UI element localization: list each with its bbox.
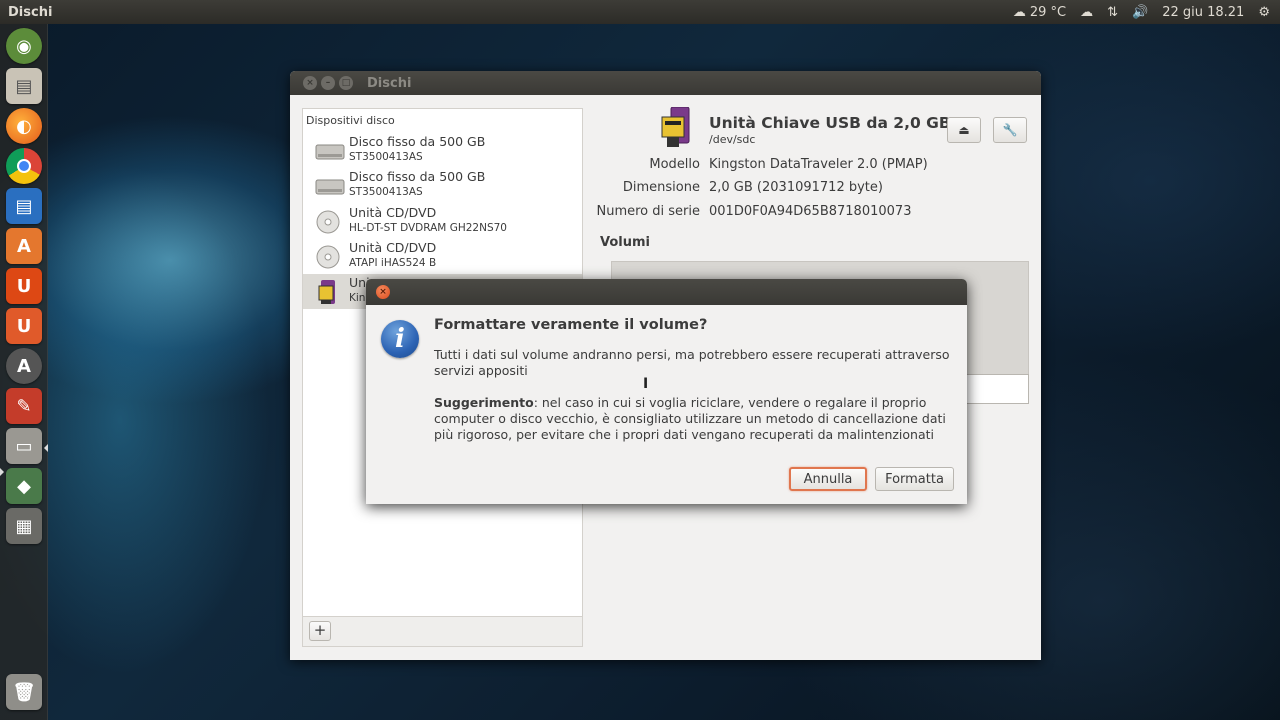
cloud-indicator[interactable]: ☁ [1080,5,1093,20]
ubuntu-one-music-icon[interactable]: U [6,308,42,344]
wrench-icon: 🔧 [1002,123,1018,137]
updates-icon[interactable]: A [6,348,42,384]
dash-icon[interactable]: ◉ [6,28,42,64]
drive-title: Unità Chiave USB da 2,0 GB [709,114,951,132]
weather-indicator[interactable]: ☁ 29 °C [1013,5,1066,20]
usb-drive-icon [661,107,690,147]
running-indicator [0,468,4,476]
active-indicator [44,444,48,452]
sidebar-heading: Dispositivi disco [306,114,395,127]
hint-label: Suggerimento [434,395,534,410]
device-name: Disco fisso da 500 GB [349,169,486,184]
launcher: ◉ ▤ ◐ ▤ A U U A ✎ ▭ ◆ ▦ 🗑 [0,24,48,720]
top-panel: Dischi ☁ 29 °C ☁ ⇅ 🔊 22 giu 18.21 ⚙ [0,0,1280,24]
disks-icon[interactable]: ▭ [6,428,42,464]
text-cursor-icon: I [643,376,649,392]
window-titlebar[interactable]: × – □ Dischi [290,71,1041,95]
size-label: Dimensione [622,180,700,195]
serial-label: Numero di serie [596,204,701,219]
device-model: HL-DT-ST DVDRAM GH22NS70 [349,222,507,234]
size-value: 2,0 GB (2031091712 byte) [709,180,883,195]
volume-icon: 🔊 [1132,4,1149,20]
close-icon[interactable]: × [303,76,317,90]
device-model: ATAPI iHAS524 B [349,257,437,269]
device-model: ST3500413AS [349,186,423,198]
device-name: Disco fisso da 500 GB [349,134,486,149]
writer-icon[interactable]: ▤ [6,188,42,224]
files-icon[interactable]: ▤ [6,68,42,104]
eject-icon: ⏏ [958,123,970,137]
dialog-heading: Formattare veramente il volume? [434,317,708,333]
model-value: Kingston DataTraveler 2.0 (PMAP) [709,157,928,172]
dialog-hint: Suggerimento: nel caso in cui si voglia … [434,395,954,443]
ccsm-icon[interactable]: ◆ [6,468,42,504]
model-label: Modello [649,157,700,172]
device-item-cd-2[interactable]: Unità CD/DVD ATAPI iHAS524 B [303,239,582,274]
device-name: Unità CD/DVD [349,205,437,220]
hard-disk-icon [315,179,345,195]
cloud-icon: ☁ [1080,4,1094,20]
usb-drive-icon [318,280,335,304]
drive-settings-button[interactable]: 🔧 [993,117,1027,143]
serial-value: 001D0F0A94D65B8718010073 [709,204,912,219]
minimize-icon[interactable]: – [321,76,335,90]
volumes-title: Volumi [600,235,650,250]
workspaces-icon[interactable]: ▦ [6,508,42,544]
gear-icon: ⚙ [1258,4,1270,20]
hard-disk-icon [315,144,345,160]
window-title: Dischi [367,75,412,91]
sound-indicator[interactable]: 🔊 [1132,5,1148,20]
chrome-icon[interactable] [6,148,42,184]
active-app-title: Dischi [8,4,53,20]
optical-disc-icon [316,210,340,234]
indicator-area: ☁ 29 °C ☁ ⇅ 🔊 22 giu 18.21 ⚙ [1013,5,1280,20]
network-icon: ⇅ [1107,4,1119,20]
trash-icon[interactable]: 🗑 [6,674,42,710]
sidebar-toolbar: + [302,617,583,647]
format-confirm-dialog: × i Formattare veramente il volume? Tutt… [366,279,967,504]
optical-disc-icon [316,245,340,269]
dialog-titlebar[interactable]: × [366,279,967,305]
device-model: Kin [349,292,366,304]
firefox-icon[interactable]: ◐ [6,108,42,144]
device-item-hdd-2[interactable]: Disco fisso da 500 GB ST3500413AS [303,168,582,203]
format-button[interactable]: Formatta [875,467,954,491]
device-model: ST3500413AS [349,151,423,163]
device-item-cd-1[interactable]: Unità CD/DVD HL-DT-ST DVDRAM GH22NS70 [303,204,582,239]
software-center-icon[interactable]: A [6,228,42,264]
session-indicator[interactable]: ⚙ [1258,5,1270,20]
add-button[interactable]: + [309,621,331,641]
eject-button[interactable]: ⏏ [947,117,981,143]
dialog-message: Tutti i dati sul volume andranno persi, … [434,347,950,378]
weather-icon: ☁ [1012,4,1026,20]
temperature-label: 29 °C [1029,4,1067,20]
device-name: Unità CD/DVD [349,240,437,255]
drive-path: /dev/sdc [709,133,756,146]
system-settings-icon[interactable]: ✎ [6,388,42,424]
network-indicator[interactable]: ⇅ [1107,5,1118,20]
cancel-button[interactable]: Annulla [789,467,867,491]
ubuntu-one-icon[interactable]: U [6,268,42,304]
device-item-hdd-1[interactable]: Disco fisso da 500 GB ST3500413AS [303,133,582,168]
info-icon: i [381,320,419,358]
clock-indicator[interactable]: 22 giu 18.21 [1162,5,1244,20]
maximize-icon[interactable]: □ [339,76,353,90]
close-icon[interactable]: × [376,285,390,299]
